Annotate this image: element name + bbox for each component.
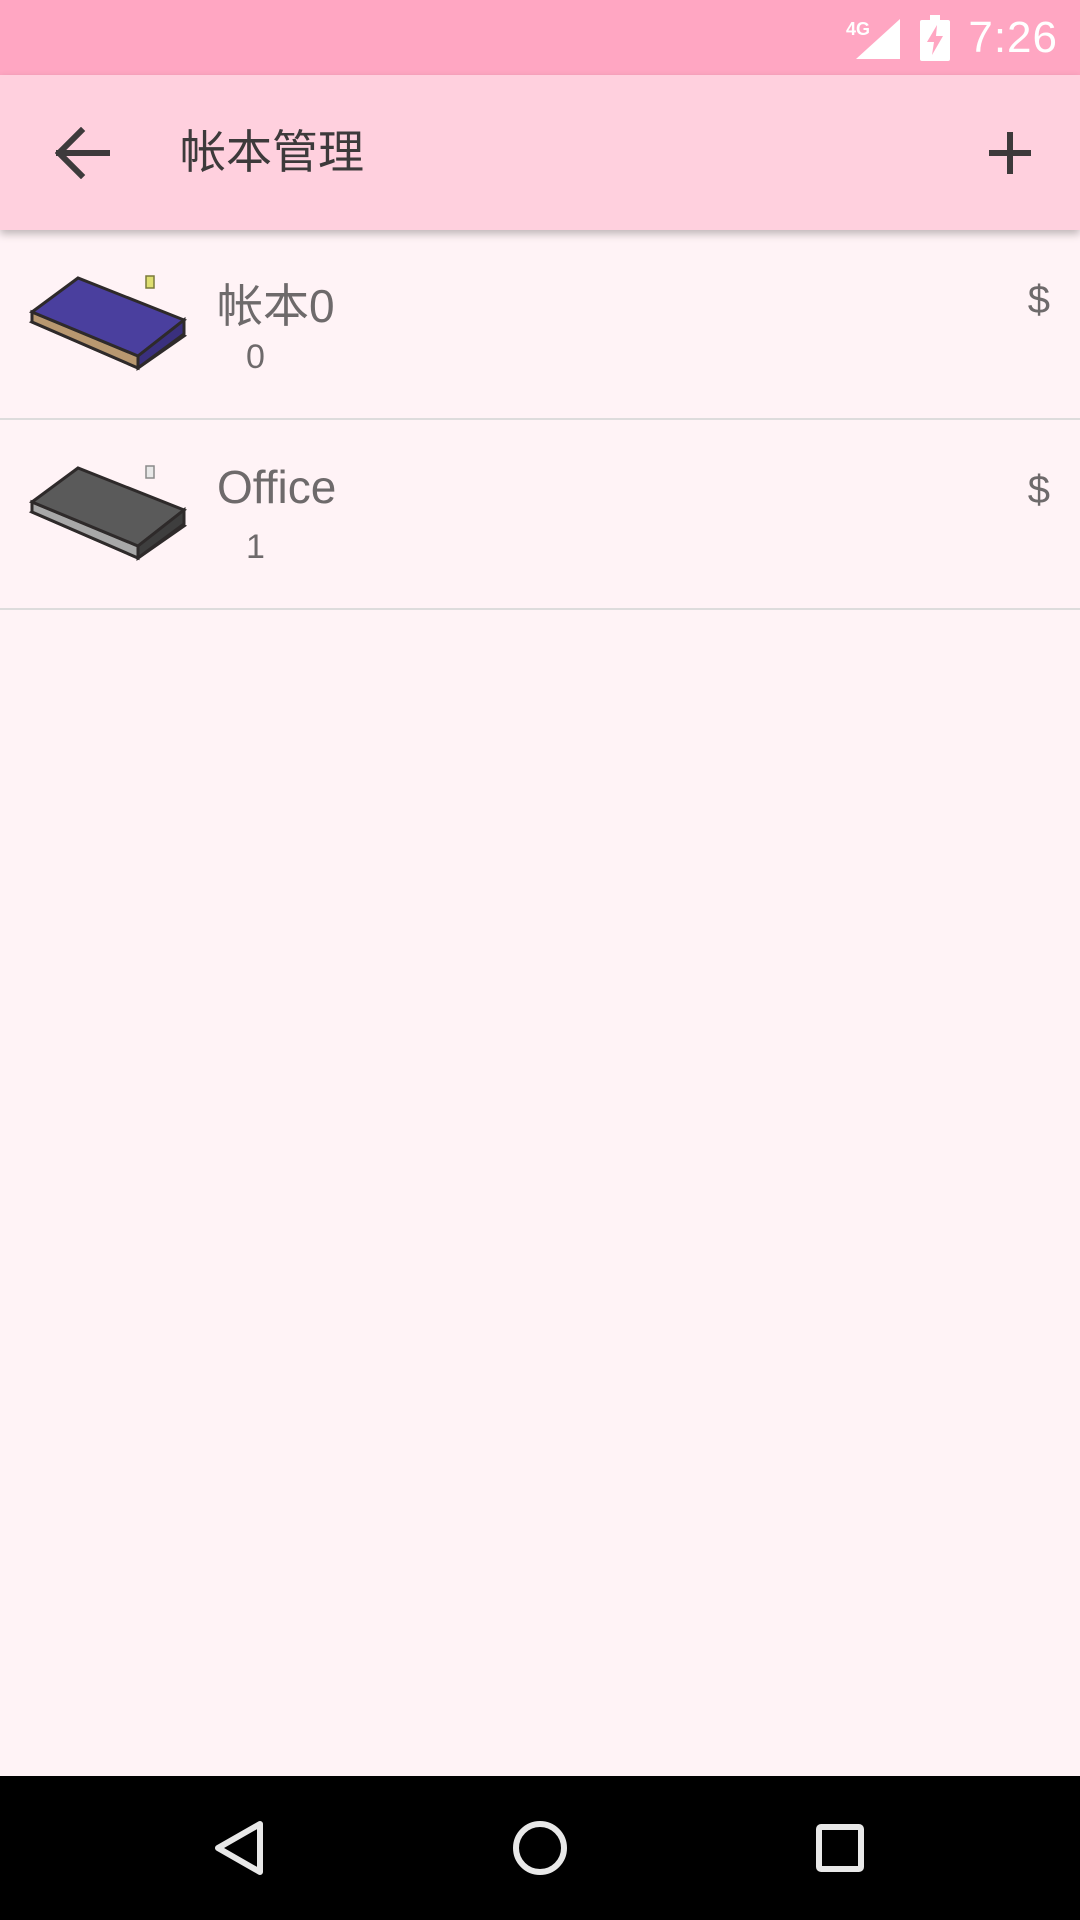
app-bar: 帐本管理 xyxy=(0,75,1080,230)
status-icons: 4G 7:26 xyxy=(846,0,1058,75)
book-currency: $ xyxy=(1027,278,1050,322)
blue-book-icon xyxy=(28,275,188,371)
list-item[interactable]: 帐本0 0 $ xyxy=(0,230,1080,420)
plus-icon xyxy=(989,132,1031,174)
list-item[interactable]: Office 1 $ xyxy=(0,420,1080,610)
nav-back-button[interactable] xyxy=(200,1808,280,1888)
page-title: 帐本管理 xyxy=(180,125,364,179)
home-circle-icon xyxy=(513,1821,567,1875)
book-currency: $ xyxy=(1027,468,1050,512)
signal-4g-icon: 4G xyxy=(846,18,901,59)
battery-charging-icon xyxy=(920,14,951,61)
book-count: 0 xyxy=(246,338,265,376)
book-list: 帐本0 0 $ Office 1 $ xyxy=(0,230,1080,610)
navigation-bar xyxy=(0,1776,1080,1920)
back-button[interactable] xyxy=(42,115,124,191)
status-time: 7:26 xyxy=(968,12,1058,62)
network-type-label: 4G xyxy=(846,19,870,39)
arrow-back-icon xyxy=(55,127,110,179)
book-count: 1 xyxy=(246,528,265,566)
status-bar: 4G 7:26 xyxy=(0,0,1080,75)
nav-home-button[interactable] xyxy=(500,1808,580,1888)
nav-recents-button[interactable] xyxy=(800,1808,880,1888)
recents-square-icon xyxy=(816,1824,864,1872)
add-book-button[interactable] xyxy=(970,113,1050,193)
book-name: 帐本0 xyxy=(217,280,335,332)
book-name: Office xyxy=(217,461,337,513)
back-triangle-icon xyxy=(215,1821,263,1875)
gray-book-icon xyxy=(28,465,188,561)
